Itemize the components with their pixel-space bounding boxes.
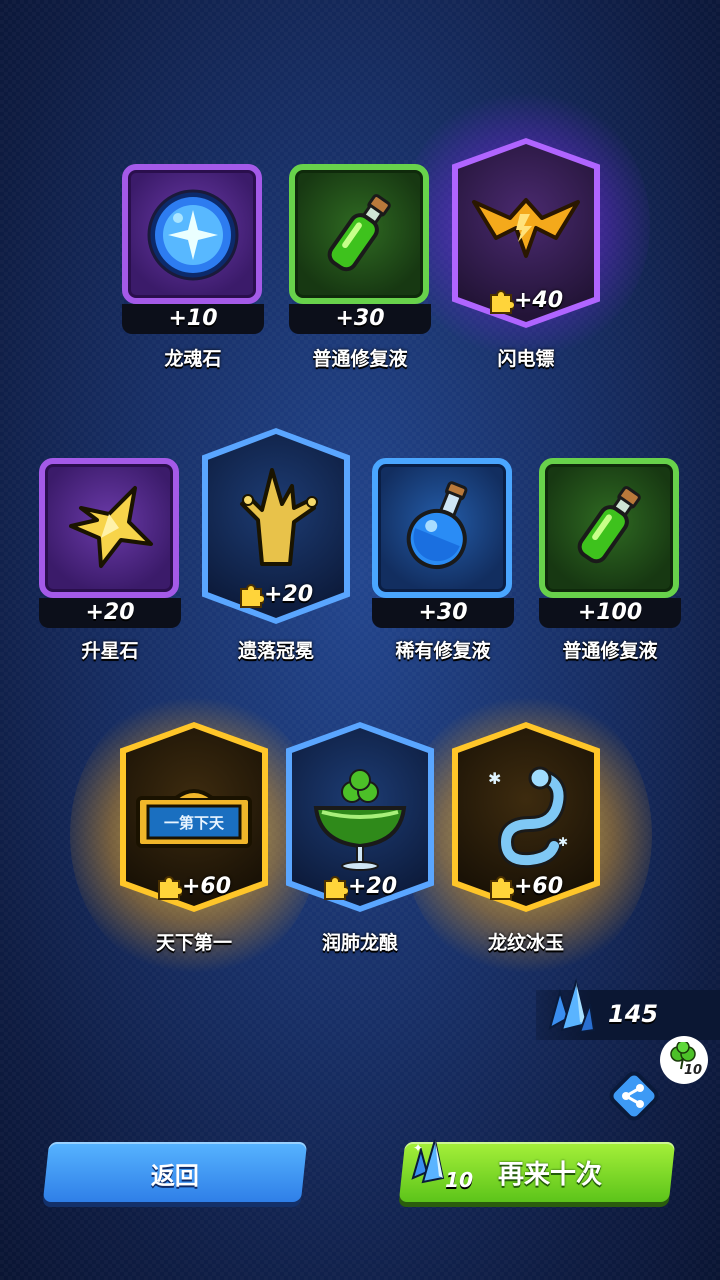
reward-name: 普通修复液 bbox=[562, 640, 658, 662]
crystal-count: 145 bbox=[608, 1000, 659, 1028]
fragment-icon bbox=[240, 584, 264, 608]
reward-item[interactable]: +10 龙魂石 bbox=[122, 164, 264, 374]
fragment-icon bbox=[158, 876, 182, 900]
star-stone-icon bbox=[69, 486, 153, 568]
clover-bubble: 10 bbox=[660, 1036, 708, 1084]
reward-item[interactable]: +20 升星石 bbox=[39, 458, 181, 668]
reward-count: +40 bbox=[488, 288, 563, 314]
reward-count: +60 bbox=[156, 874, 231, 900]
reward-count: +30 bbox=[372, 598, 514, 628]
reward-name: 遗落冠冕 bbox=[237, 640, 314, 662]
reward-item[interactable]: +30 普通修复液 bbox=[289, 164, 431, 374]
svg-text:✱: ✱ bbox=[558, 835, 568, 849]
draw-cost: 10 bbox=[445, 1168, 474, 1192]
lightning-dart-icon bbox=[472, 198, 580, 258]
svg-text:✱: ✱ bbox=[488, 769, 501, 788]
reward-count: +20 bbox=[39, 598, 181, 628]
reward-name: 润肺龙酿 bbox=[321, 932, 398, 954]
back-button-label: 返回 bbox=[150, 1162, 199, 1190]
clover-count: 10 bbox=[684, 1063, 703, 1078]
reward-item[interactable]: +30 稀有修复液 bbox=[372, 458, 514, 668]
blue-potion-icon bbox=[406, 481, 468, 569]
green-potion-icon bbox=[327, 194, 391, 272]
reward-item[interactable]: +20 润肺龙酿 bbox=[286, 722, 434, 958]
dragon-soul-stone-icon bbox=[147, 189, 239, 281]
reward-item[interactable]: +40 闪电镖 bbox=[452, 138, 600, 374]
reward-count: +100 bbox=[539, 598, 681, 628]
reward-count: +10 bbox=[122, 304, 264, 334]
plaque-icon: 一第下天 bbox=[136, 789, 252, 848]
fragment-icon bbox=[490, 876, 514, 900]
reward-name: 天下第一 bbox=[155, 932, 232, 954]
reward-count: +30 bbox=[289, 304, 431, 334]
reward-item[interactable]: +100 普通修复液 bbox=[539, 458, 681, 668]
reward-item[interactable]: 一第下天 +60 天下第一 bbox=[120, 722, 268, 958]
blue-crystal-icon bbox=[548, 978, 596, 1034]
reward-name: 升星石 bbox=[81, 640, 139, 662]
green-potion-icon bbox=[577, 486, 641, 564]
back-button[interactable]: 返回 bbox=[42, 1142, 308, 1202]
draw-again-button[interactable]: ✦ 10 再来十次 bbox=[398, 1139, 676, 1202]
share-button[interactable] bbox=[608, 1070, 660, 1122]
reward-name: 龙纹冰玉 bbox=[487, 932, 564, 954]
reward-name: 龙魂石 bbox=[164, 348, 222, 370]
svg-text:✦: ✦ bbox=[413, 1141, 423, 1155]
crystal-currency: 145 bbox=[536, 978, 720, 1040]
reward-item[interactable]: +20 遗落冠冕 bbox=[202, 428, 350, 668]
draw-again-label: 再来十次 bbox=[497, 1160, 602, 1190]
reward-name: 普通修复液 bbox=[312, 348, 408, 370]
ice-dragon-icon: ✱ ✱ bbox=[488, 766, 568, 869]
lost-crown-icon bbox=[240, 468, 318, 566]
reward-name: 闪电镖 bbox=[497, 348, 555, 370]
fragment-icon bbox=[490, 290, 514, 314]
reward-count: +20 bbox=[238, 582, 313, 608]
fragment-icon bbox=[324, 876, 348, 900]
reward-item[interactable]: ✱ ✱ +60 龙纹冰玉 bbox=[452, 722, 600, 958]
reward-name: 稀有修复液 bbox=[395, 640, 491, 662]
reward-count: +60 bbox=[488, 874, 563, 900]
reward-count: +20 bbox=[322, 874, 397, 900]
plaque-text: 一第下天 bbox=[164, 814, 225, 832]
cocktail-icon bbox=[313, 769, 407, 871]
